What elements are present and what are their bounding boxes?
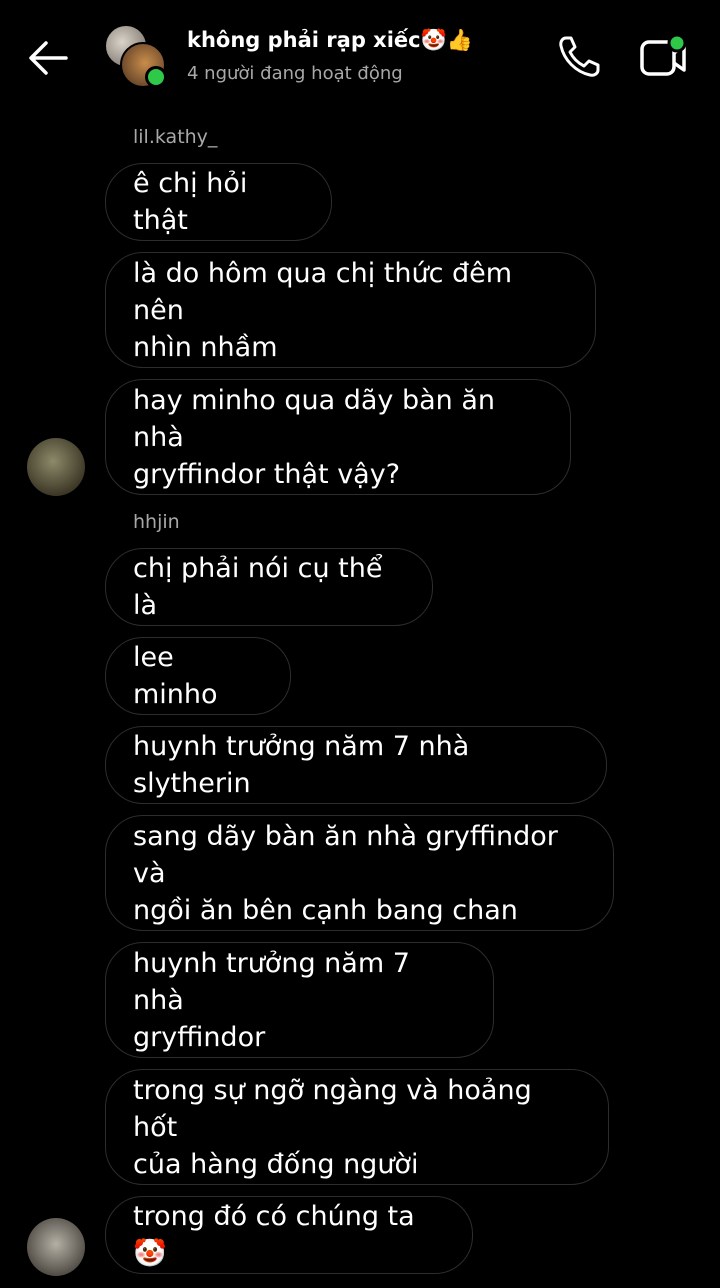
chat-header: không phải rạp xiếc🤡👍 4 người đang hoạt … bbox=[0, 0, 720, 100]
message-bubble[interactable]: huynh trưởng năm 7 nhà gryffindor bbox=[105, 942, 494, 1058]
message-bubble[interactable]: chị phải nói cụ thể là bbox=[105, 548, 433, 626]
sender-name: lil.kathy_ bbox=[133, 126, 218, 148]
sender-avatar[interactable] bbox=[27, 438, 85, 496]
group-avatar[interactable] bbox=[104, 24, 167, 88]
sender-avatar[interactable] bbox=[27, 1218, 85, 1276]
message-bubble[interactable]: là do hôm qua chị thức đêm nên nhìn nhầm bbox=[105, 252, 596, 368]
message-bubble[interactable]: lee minho bbox=[105, 637, 291, 715]
phone-icon[interactable] bbox=[556, 34, 602, 80]
online-indicator bbox=[145, 66, 167, 88]
active-status: 4 người đang hoạt động bbox=[187, 63, 403, 84]
back-arrow-icon[interactable] bbox=[26, 38, 70, 78]
sender-name: hhjin bbox=[133, 511, 180, 533]
message-bubble[interactable]: huynh trưởng năm 7 nhà slytherin bbox=[105, 726, 607, 804]
message-bubble[interactable]: ê chị hỏi thật bbox=[105, 163, 332, 241]
message-bubble[interactable]: sang dãy bàn ăn nhà gryffindor và ngồi ă… bbox=[105, 815, 614, 931]
video-call-icon[interactable] bbox=[638, 34, 688, 80]
message-bubble[interactable]: hay minho qua dãy bàn ăn nhà gryffindor … bbox=[105, 379, 571, 495]
message-bubble[interactable]: trong đó có chúng ta🤡 bbox=[105, 1196, 473, 1274]
chat-title[interactable]: không phải rạp xiếc🤡👍 bbox=[187, 28, 473, 53]
message-bubble[interactable]: trong sự ngỡ ngàng và hoảng hốt của hàng… bbox=[105, 1069, 609, 1185]
